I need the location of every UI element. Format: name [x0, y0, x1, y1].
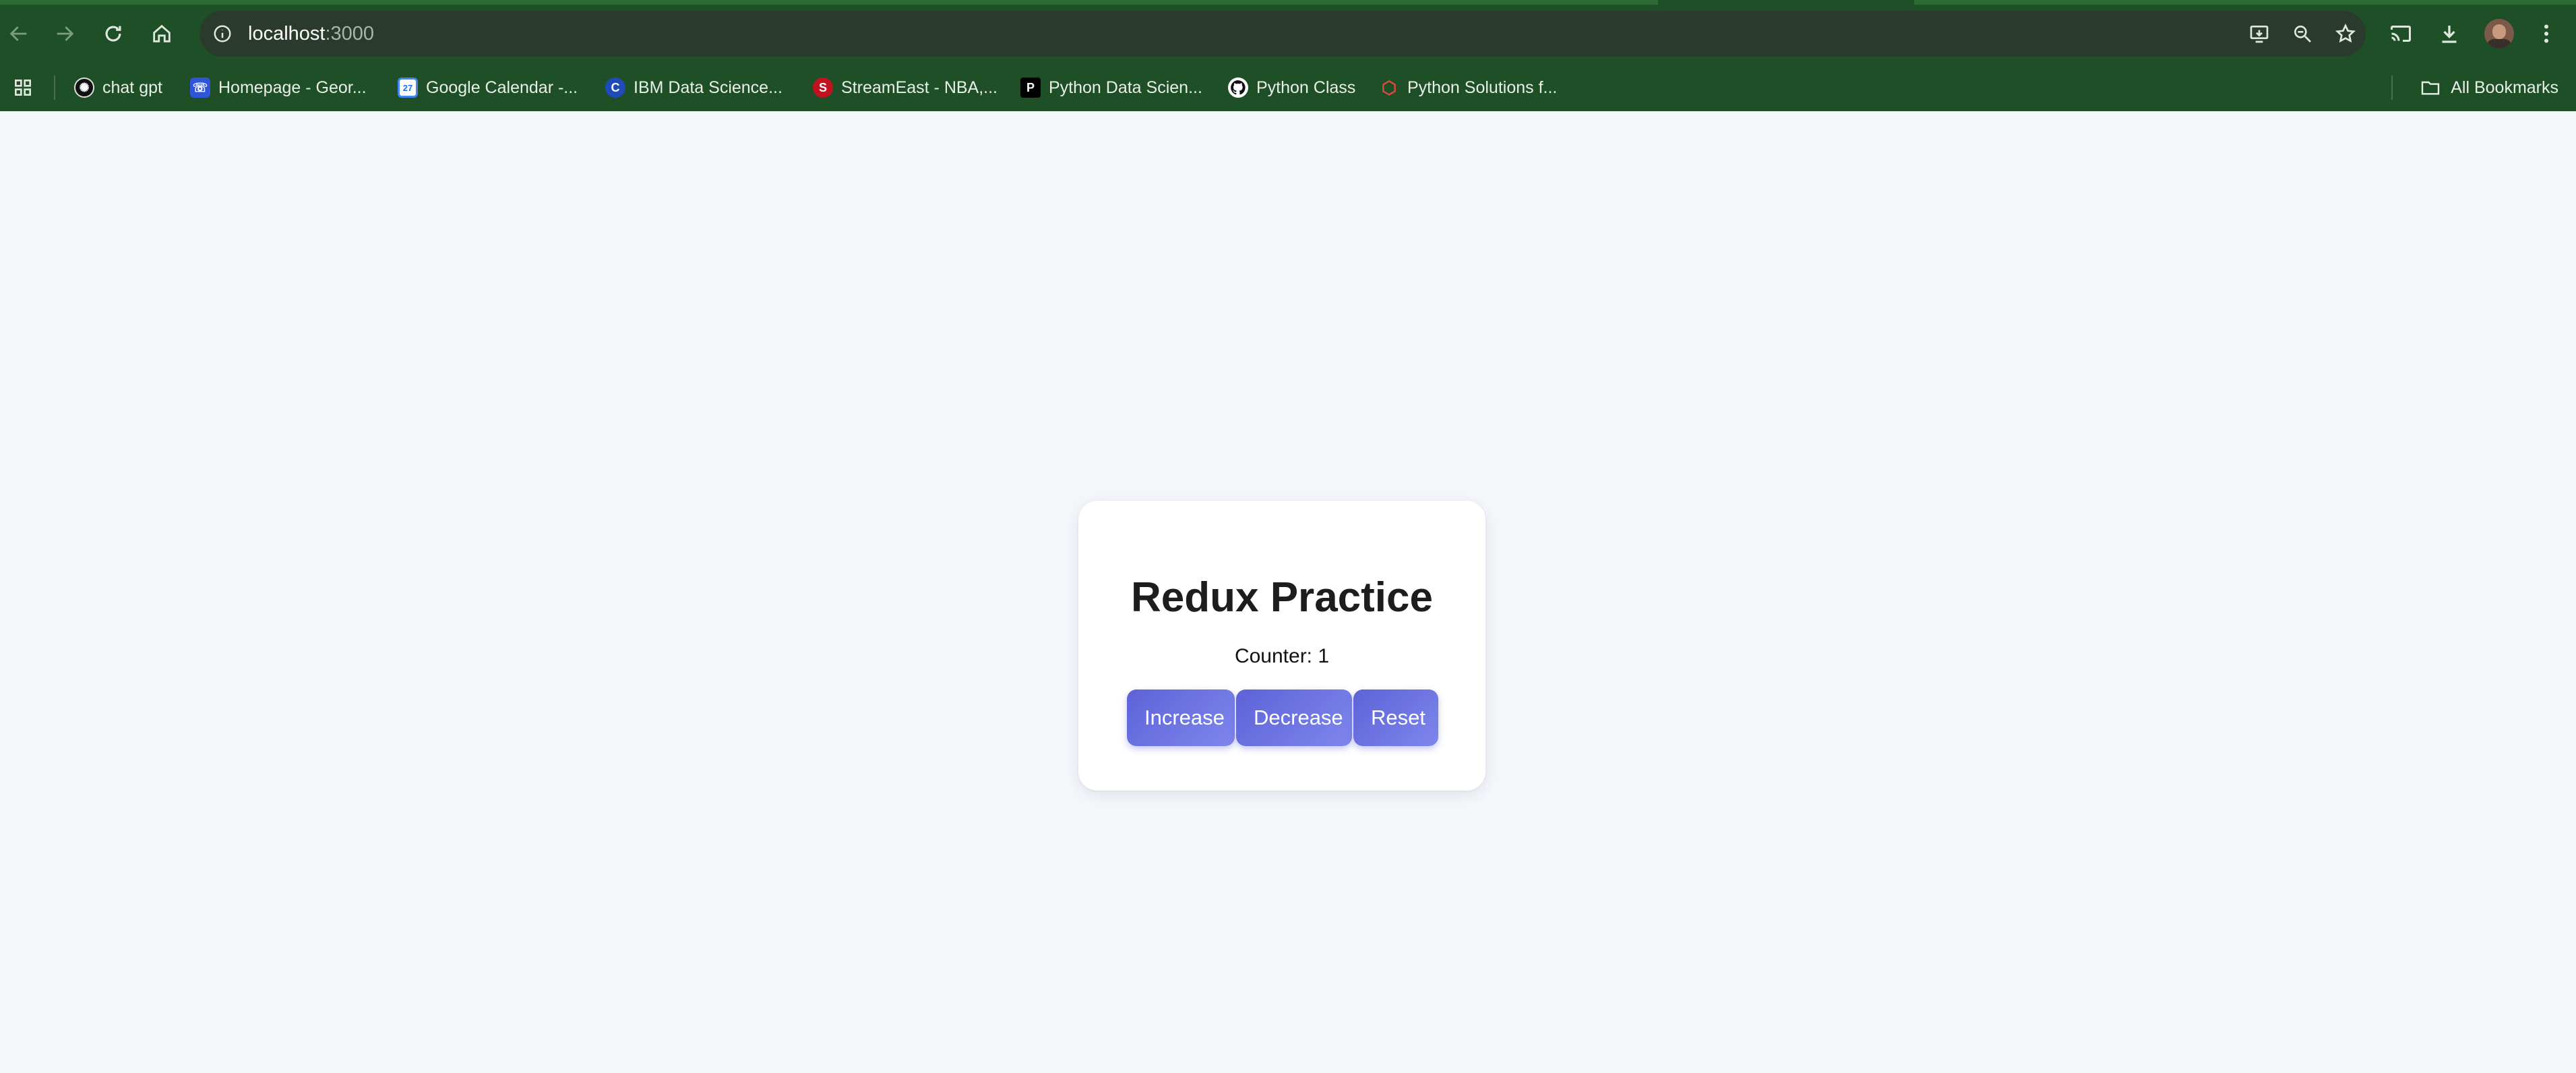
site-info-icon[interactable] [209, 20, 236, 47]
tab-strip [0, 0, 2576, 5]
all-bookmarks-button[interactable]: All Bookmarks [2420, 74, 2558, 101]
url-text[interactable]: localhost:3000 [248, 22, 374, 46]
download-icon [2442, 26, 2457, 43]
home-icon [153, 24, 171, 42]
more-vertical-icon [2544, 24, 2548, 43]
all-bookmarks-label: All Bookmarks [2451, 78, 2558, 97]
bookmarks-bar: ✺ chat gpt ☏ Homepage - Geor... 27 Googl… [0, 67, 2576, 108]
apps-grid-icon[interactable] [11, 75, 35, 100]
counter-controls: Increase Decrease Reset [1127, 689, 1438, 746]
bookmark-label: IBM Data Science... [634, 78, 783, 97]
active-tab[interactable] [1658, 0, 1914, 5]
back-button[interactable] [0, 15, 38, 53]
counter-value: Counter: 1 [1234, 645, 1330, 667]
home-button[interactable] [143, 15, 181, 53]
cast-button[interactable] [2382, 15, 2420, 53]
bookmark-label: StreamEast - NBA,... [841, 78, 998, 97]
bookmark-python-solutions[interactable]: ⬡ Python Solutions f... [1379, 74, 1558, 101]
bookmarks-divider [2391, 75, 2393, 100]
python-data-science-icon: P [1020, 78, 1041, 98]
bookmark-label: Python Solutions f... [1407, 78, 1558, 97]
bookmark-streameast[interactable]: S StreamEast - NBA,... [813, 74, 998, 101]
bookmark-label: Python Data Scien... [1049, 78, 1202, 97]
chatgpt-icon: ✺ [74, 78, 94, 98]
url-host: localhost [248, 23, 326, 44]
decrease-button[interactable]: Decrease [1236, 689, 1352, 746]
forward-arrow-icon [57, 26, 74, 41]
coursera-icon: C [605, 78, 625, 98]
install-app-icon[interactable] [2246, 20, 2273, 47]
bookmark-label: Homepage - Geor... [218, 78, 367, 97]
bookmark-star-icon[interactable] [2332, 20, 2359, 47]
github-icon [1228, 78, 1248, 98]
bookmark-google-calendar[interactable]: 27 Google Calendar -... [398, 74, 578, 101]
cast-icon [2391, 26, 2411, 42]
page-title: Redux Practice [1131, 574, 1433, 621]
homepage-icon: ☏ [190, 78, 210, 98]
bookmark-label: Python Class [1256, 78, 1356, 97]
downloads-button[interactable] [2430, 15, 2468, 53]
zoom-icon[interactable] [2289, 20, 2316, 47]
browser-chrome: localhost:3000 ✺ chat gpt ☏ Homepage - G… [0, 0, 2576, 111]
reload-icon [105, 26, 121, 42]
profile-avatar[interactable] [2484, 19, 2514, 49]
bookmark-homepage[interactable]: ☏ Homepage - Geor... [190, 74, 367, 101]
bookmark-python-data-science[interactable]: P Python Data Scien... [1020, 74, 1202, 101]
reset-button[interactable]: Reset [1353, 689, 1438, 746]
bookmarks-divider [54, 75, 55, 100]
streameast-icon: S [813, 78, 833, 98]
forward-button[interactable] [46, 15, 84, 53]
bookmark-ibm-data-science[interactable]: C IBM Data Science... [605, 74, 783, 101]
counter-card: Redux Practice Counter: 1 Increase Decre… [1078, 501, 1485, 791]
back-arrow-icon [9, 26, 27, 41]
browser-menu-button[interactable] [2527, 15, 2565, 53]
folder-icon [2422, 81, 2440, 95]
bookmark-python-class[interactable]: Python Class [1228, 74, 1355, 101]
reload-button[interactable] [94, 15, 132, 53]
bookmark-label: Google Calendar -... [426, 78, 578, 97]
address-bar[interactable]: localhost:3000 [200, 11, 2366, 57]
python-solutions-icon: ⬡ [1381, 77, 1397, 98]
calendar-icon: 27 [398, 78, 418, 98]
url-port: :3000 [325, 23, 375, 44]
bookmark-chat-gpt[interactable]: ✺ chat gpt [74, 74, 162, 101]
bookmark-label: chat gpt [102, 78, 162, 97]
increase-button[interactable]: Increase [1127, 689, 1235, 746]
